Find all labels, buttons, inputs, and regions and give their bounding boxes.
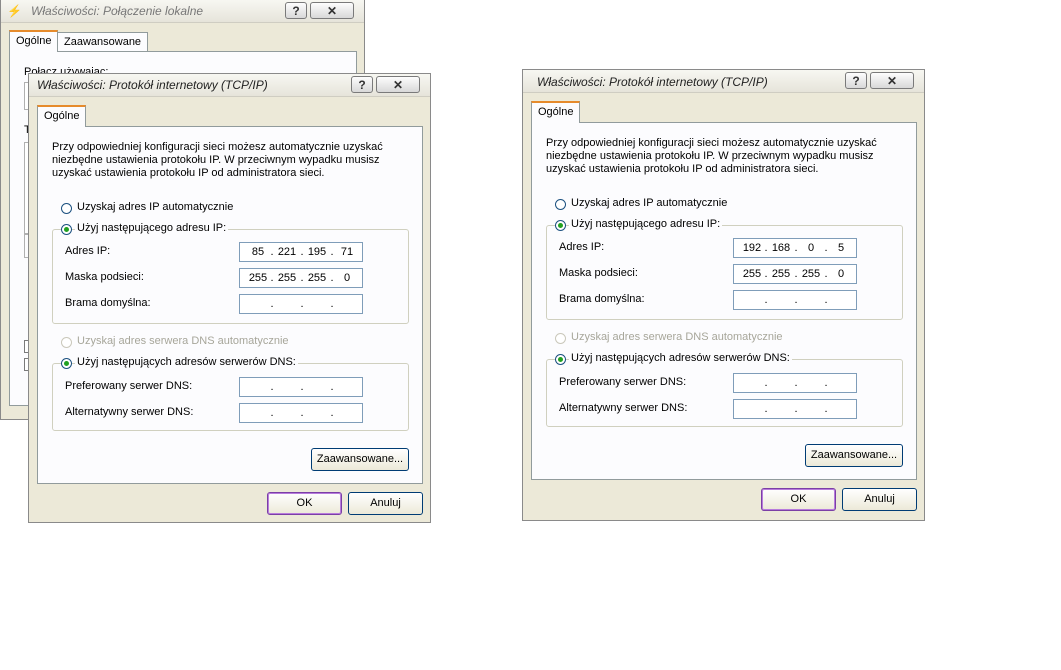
radio-manual-dns[interactable] — [61, 358, 72, 369]
subnet-mask-label: Maska podsieci: — [65, 271, 144, 283]
radio-auto-ip[interactable] — [555, 199, 566, 210]
ok-button[interactable]: OK — [267, 492, 342, 515]
radio-auto-ip-label: Uzyskaj adres IP automatycznie — [571, 197, 728, 209]
octet: 0 — [837, 268, 845, 280]
radio-manual-dns-label: Użyj następujących adresów serwerów DNS: — [569, 352, 792, 364]
advanced-button[interactable]: Zaawansowane... — [311, 448, 409, 471]
octet: 221 — [277, 246, 297, 258]
preferred-dns-label: Preferowany serwer DNS: — [65, 380, 193, 392]
tab-advanced[interactable]: Zaawansowane — [57, 32, 149, 52]
ip-address-field[interactable]: 192. 168. 0. 5 — [733, 238, 857, 258]
octet: 192 — [742, 242, 762, 254]
radio-manual-ip[interactable] — [555, 220, 566, 231]
close-button[interactable]: ✕ — [310, 2, 354, 19]
octet: 255 — [277, 272, 297, 284]
radio-auto-dns-label: Uzyskaj adres serwera DNS automatycznie — [571, 331, 783, 343]
radio-manual-ip-label: Użyj następującego adresu IP: — [75, 222, 229, 234]
octet: 71 — [340, 246, 354, 258]
default-gateway-field[interactable]: ... — [733, 290, 857, 310]
subnet-mask-field[interactable]: 255. 255. 255. 0 — [733, 264, 857, 284]
default-gateway-label: Brama domyślna: — [559, 293, 645, 305]
radio-manual-dns-label: Użyj następujących adresów serwerów DNS: — [75, 356, 298, 368]
preferred-dns-field[interactable]: ... — [239, 377, 363, 397]
advanced-button[interactable]: Zaawansowane... — [805, 444, 903, 467]
alternate-dns-label: Alternatywny serwer DNS: — [65, 406, 194, 418]
description-text: Przy odpowiedniej konfiguracji sieci moż… — [546, 137, 877, 175]
ok-button[interactable]: OK — [761, 488, 836, 511]
close-button[interactable]: ✕ — [376, 76, 420, 93]
octet: 0 — [807, 242, 815, 254]
radio-manual-ip[interactable] — [61, 224, 72, 235]
subnet-mask-label: Maska podsieci: — [559, 267, 638, 279]
alternate-dns-label: Alternatywny serwer DNS: — [559, 402, 688, 414]
octet: 255 — [771, 268, 791, 280]
tab-panel: Przy odpowiedniej konfiguracji sieci moż… — [531, 122, 917, 480]
help-button[interactable]: ? — [285, 2, 307, 19]
tab-panel: Przy odpowiedniej konfiguracji sieci moż… — [37, 126, 423, 484]
cancel-button[interactable]: Anuluj — [348, 492, 423, 515]
window-title: Właściwości: Protokół internetowy (TCP/I… — [537, 75, 768, 89]
tcpip-properties-window-1: Właściwości: Protokół internetowy (TCP/I… — [28, 73, 431, 523]
octet: 255 — [307, 272, 327, 284]
alternate-dns-field[interactable]: ... — [239, 403, 363, 423]
close-button[interactable]: ✕ — [870, 72, 914, 89]
radio-auto-dns[interactable] — [555, 333, 566, 344]
default-gateway-field[interactable]: ... — [239, 294, 363, 314]
subnet-mask-field[interactable]: 255. 255. 255. 0 — [239, 268, 363, 288]
cancel-button[interactable]: Anuluj — [842, 488, 917, 511]
octet: 0 — [343, 272, 351, 284]
tab-general[interactable]: Ogólne — [37, 105, 87, 127]
ip-address-field[interactable]: 85. 221. 195. 71 — [239, 242, 363, 262]
octet: 255 — [742, 268, 762, 280]
help-button[interactable]: ? — [845, 72, 867, 89]
octet: 255 — [801, 268, 821, 280]
octet: 255 — [248, 272, 268, 284]
window-title: Właściwości: Protokół internetowy (TCP/I… — [37, 78, 268, 92]
octet: 168 — [771, 242, 791, 254]
tab-general[interactable]: Ogólne — [531, 101, 581, 123]
description-text: Przy odpowiedniej konfiguracji sieci moż… — [52, 141, 383, 179]
radio-manual-dns[interactable] — [555, 354, 566, 365]
radio-auto-dns-label: Uzyskaj adres serwera DNS automatycznie — [77, 335, 289, 347]
radio-auto-ip-label: Uzyskaj adres IP automatycznie — [77, 201, 234, 213]
octet: 85 — [251, 246, 265, 258]
network-icon: ⚡ — [7, 4, 22, 18]
radio-auto-ip[interactable] — [61, 203, 72, 214]
preferred-dns-label: Preferowany serwer DNS: — [559, 376, 687, 388]
preferred-dns-field[interactable]: ... — [733, 373, 857, 393]
octet: 195 — [307, 246, 327, 258]
ip-address-label: Adres IP: — [65, 245, 111, 257]
title-bar[interactable]: Właściwości: Protokół internetowy (TCP/I… — [523, 70, 924, 93]
tab-general[interactable]: Ogólne — [9, 30, 59, 52]
window-title: Właściwości: Połączenie lokalne — [31, 4, 204, 18]
default-gateway-label: Brama domyślna: — [65, 297, 151, 309]
radio-auto-dns[interactable] — [61, 337, 72, 348]
octet: 5 — [837, 242, 845, 254]
title-bar[interactable]: Właściwości: Protokół internetowy (TCP/I… — [29, 74, 430, 97]
radio-manual-ip-label: Użyj następującego adresu IP: — [569, 218, 723, 230]
alternate-dns-field[interactable]: ... — [733, 399, 857, 419]
tcpip-properties-window-2: Właściwości: Protokół internetowy (TCP/I… — [522, 69, 925, 521]
title-bar[interactable]: Właściwości: Połączenie lokalne ⚡ ? ✕ — [1, 0, 364, 23]
help-button[interactable]: ? — [351, 76, 373, 93]
ip-address-label: Adres IP: — [559, 241, 605, 253]
